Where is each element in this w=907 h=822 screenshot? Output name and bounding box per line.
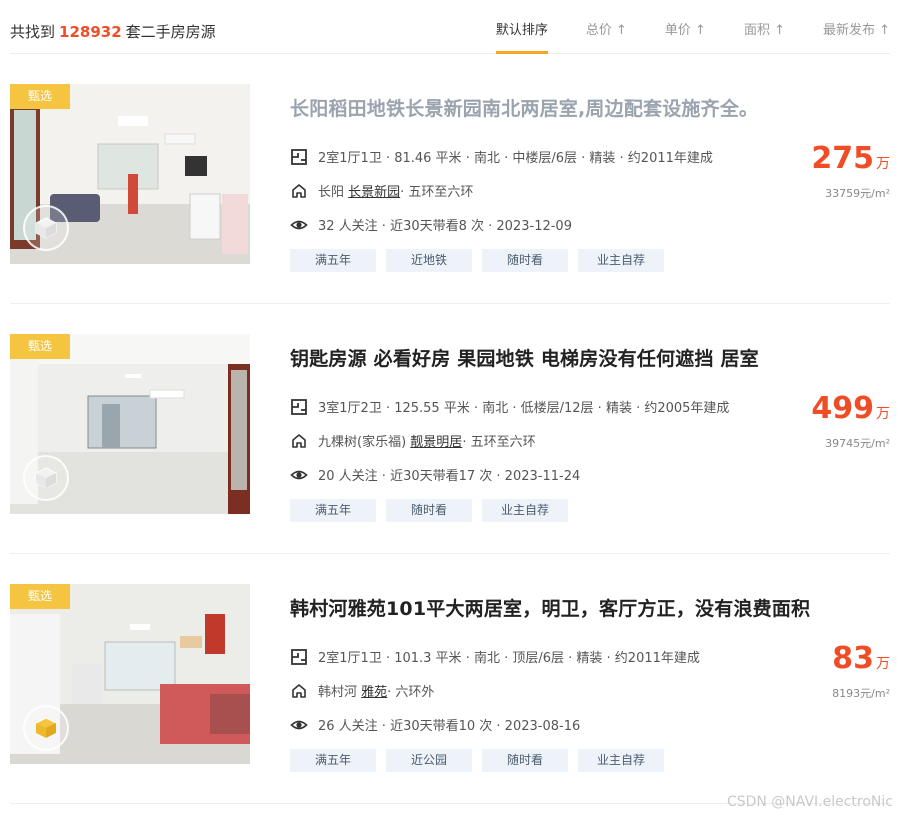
house-specs: 2室1厅1卫 · 101.3 平米 · 南北 · 顶层/6层 · 精装 · 约2…: [290, 647, 700, 666]
price-unit: 万: [876, 656, 890, 672]
unit-price: 8193元/m²: [832, 687, 890, 700]
listing-title[interactable]: 韩村河雅苑101平大两居室，明卫，客厅方正，没有浪费面积: [290, 594, 810, 621]
tag: 业主自荐: [578, 749, 664, 772]
results-header: 共找到 128932 套二手房房源 默认排序 总价 ↑ 单价 ↑ 面积 ↑ 最新发布…: [10, 0, 890, 54]
listing-info: 钥匙房源 必看好房 果园地铁 电梯房没有任何遮挡 居室 3室1厅2卫 · 125…: [290, 334, 890, 524]
follow-info: 32 人关注 · 近30天带看8 次 · 2023-12-09: [290, 215, 572, 234]
tag: 随时看: [482, 249, 568, 272]
ring-road: · 五环至六环: [400, 185, 474, 200]
featured-badge: 甄选: [10, 584, 70, 609]
tag: 近地铁: [386, 249, 472, 272]
listing-title[interactable]: 钥匙房源 必看好房 果园地铁 电梯房没有任何遮挡 居室: [290, 344, 759, 371]
total-price: 275 万: [811, 142, 890, 181]
vr-tour-icon[interactable]: [23, 205, 69, 251]
area-name: 九棵树(家乐福): [318, 435, 407, 450]
tag: 满五年: [290, 499, 376, 522]
ring-road: · 六环外: [387, 685, 435, 700]
tag-list: 满五年 近公园 随时看 业主自荐: [290, 749, 674, 772]
price-block: 499 万 39745元/m²: [811, 392, 890, 451]
tag: 满五年: [290, 249, 376, 272]
unit-price: 33759元/m²: [825, 187, 890, 200]
total-price: 499 万: [811, 392, 890, 431]
house-specs: 3室1厅2卫 · 125.55 平米 · 南北 · 低楼层/12层 · 精装 ·…: [290, 397, 729, 416]
listing-info: 韩村河雅苑101平大两居室，明卫，客厅方正，没有浪费面积 2室1厅1卫 · 10…: [290, 584, 890, 774]
price-unit: 万: [876, 406, 890, 422]
home-icon: [290, 182, 308, 200]
area-name: 韩村河: [318, 685, 358, 700]
house-specs-text: 3室1厅2卫 · 125.55 平米 · 南北 · 低楼层/12层 · 精装 ·…: [318, 401, 730, 416]
price-block: 83 万 8193元/m²: [832, 642, 890, 701]
eye-icon: [290, 716, 308, 734]
featured-badge: 甄选: [10, 334, 70, 359]
tag: 业主自荐: [482, 499, 568, 522]
sort-default[interactable]: 默认排序: [495, 0, 548, 54]
tag-list: 满五年 近地铁 随时看 业主自荐: [290, 249, 674, 272]
unit-price: 39745元/m²: [825, 437, 890, 450]
community-link[interactable]: 靓景明居: [410, 431, 462, 450]
home-icon: [290, 432, 308, 450]
listing-card[interactable]: 甄选 长阳稻田地铁长景新园南北两居室,周边配套设施齐全。 2室1厅1卫 · 81…: [10, 54, 890, 304]
vr-tour-icon[interactable]: [23, 705, 69, 751]
listing-photo[interactable]: 甄选: [10, 334, 250, 514]
follow-text: 32 人关注 · 近30天带看8 次 · 2023-12-09: [318, 219, 572, 234]
tag: 满五年: [290, 749, 376, 772]
location: 九棵树(家乐福) 靓景明居 · 五环至六环: [290, 431, 536, 450]
listing-card[interactable]: 甄选 钥匙房源 必看好房 果园地铁 电梯房没有任何遮挡 居室 3室1厅2卫 · …: [10, 304, 890, 554]
tag: 随时看: [386, 499, 472, 522]
listing-title[interactable]: 长阳稻田地铁长景新园南北两居室,周边配套设施齐全。: [290, 94, 758, 121]
price-block: 275 万 33759元/m²: [811, 142, 890, 201]
listing-info: 长阳稻田地铁长景新园南北两居室,周边配套设施齐全。 2室1厅1卫 · 81.46…: [290, 84, 890, 274]
total-price-value: 499: [811, 391, 874, 426]
floorplan-icon: [290, 648, 308, 666]
floorplan-icon: [290, 148, 308, 166]
floorplan-icon: [290, 398, 308, 416]
total-price-value: 83: [832, 641, 874, 676]
eye-icon: [290, 466, 308, 484]
sort-tabs: 默认排序 总价 ↑ 单价 ↑ 面积 ↑ 最新发布 ↑: [458, 0, 890, 54]
sort-area[interactable]: 面积 ↑: [744, 0, 785, 54]
location: 韩村河 雅苑 · 六环外: [290, 681, 434, 700]
house-specs-text: 2室1厅1卫 · 81.46 平米 · 南北 · 中楼层/6层 · 精装 · 约…: [318, 151, 713, 166]
follow-info: 20 人关注 · 近30天带看17 次 · 2023-11-24: [290, 465, 580, 484]
tag: 近公园: [386, 749, 472, 772]
tag-list: 满五年 随时看 业主自荐: [290, 499, 578, 522]
listing-photo[interactable]: 甄选: [10, 84, 250, 264]
community-link[interactable]: 雅苑: [361, 681, 387, 700]
listing-card[interactable]: 甄选 韩村河雅苑101平大两居室，明卫，客厅方正，没有浪费面积 2室1厅1卫 ·…: [10, 554, 890, 804]
vr-tour-icon[interactable]: [23, 455, 69, 501]
result-count-suffix: 套二手房房源: [125, 23, 216, 41]
community-link[interactable]: 长景新园: [348, 181, 400, 200]
watermark: CSDN @NAVI.electroNic: [726, 794, 893, 810]
sort-unit-price[interactable]: 单价 ↑: [665, 0, 706, 54]
tag: 随时看: [482, 749, 568, 772]
home-icon: [290, 682, 308, 700]
result-count-prefix: 共找到: [10, 23, 56, 41]
tag: 业主自荐: [578, 249, 664, 272]
house-specs: 2室1厅1卫 · 81.46 平米 · 南北 · 中楼层/6层 · 精装 · 约…: [290, 147, 713, 166]
sort-total-price[interactable]: 总价 ↑: [586, 0, 627, 54]
total-price: 83 万: [832, 642, 890, 681]
eye-icon: [290, 216, 308, 234]
follow-text: 26 人关注 · 近30天带看10 次 · 2023-08-16: [318, 719, 581, 734]
sort-newest[interactable]: 最新发布 ↑: [823, 0, 890, 54]
area-name: 长阳: [318, 185, 345, 200]
follow-info: 26 人关注 · 近30天带看10 次 · 2023-08-16: [290, 715, 580, 734]
result-count: 共找到 128932 套二手房房源: [10, 21, 216, 42]
house-specs-text: 2室1厅1卫 · 101.3 平米 · 南北 · 顶层/6层 · 精装 · 约2…: [318, 651, 700, 666]
listing-photo[interactable]: 甄选: [10, 584, 250, 764]
price-unit: 万: [876, 156, 890, 172]
total-price-value: 275: [811, 141, 874, 176]
featured-badge: 甄选: [10, 84, 70, 109]
location: 长阳 长景新园 · 五环至六环: [290, 181, 473, 200]
ring-road: · 五环至六环: [462, 435, 536, 450]
follow-text: 20 人关注 · 近30天带看17 次 · 2023-11-24: [318, 469, 581, 484]
result-count-number: 128932: [59, 23, 122, 41]
